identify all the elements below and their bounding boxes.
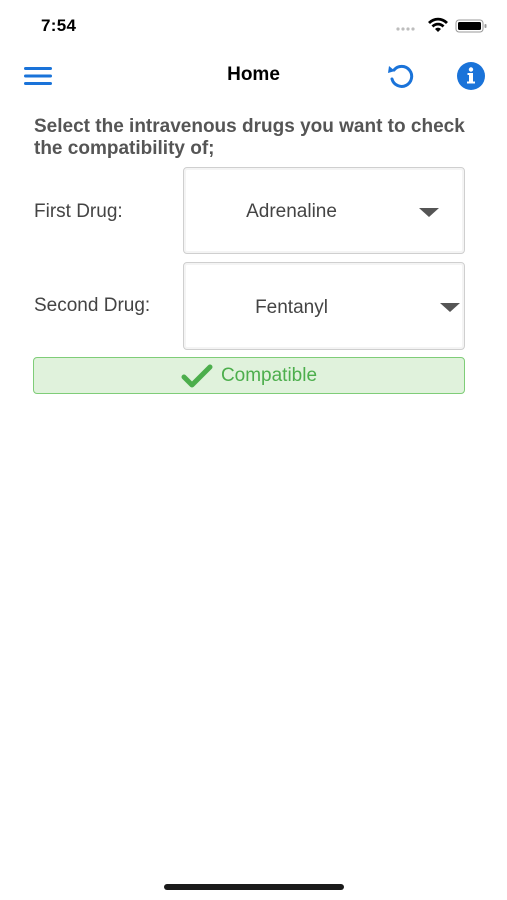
signal-icon (396, 27, 415, 31)
chevron-down-icon (419, 208, 439, 217)
first-drug-value: Adrenaline (246, 201, 337, 222)
chevron-down-icon (440, 303, 460, 312)
status-icons (396, 17, 487, 33)
info-icon[interactable] (456, 61, 486, 91)
first-drug-label: First Drug: (34, 201, 123, 222)
second-drug-select[interactable]: Fentanyl (183, 262, 465, 350)
result-text: Compatible (220, 364, 318, 386)
reset-icon[interactable] (385, 60, 417, 92)
second-drug-value: Fentanyl (255, 297, 328, 318)
second-drug-label: Second Drug: (34, 295, 151, 316)
first-drug-select[interactable]: Adrenaline (183, 167, 465, 254)
nav-bar: Home (0, 52, 507, 100)
instruction-text: Select the intravenous drugs you want to… (34, 116, 465, 159)
check-icon (181, 364, 213, 387)
status-bar: 7:54 (0, 0, 507, 52)
battery-icon (455, 19, 487, 33)
home-indicator (164, 884, 344, 890)
compatibility-result: Compatible (33, 357, 465, 394)
page-title: Home (227, 64, 280, 85)
wifi-icon (428, 17, 448, 32)
status-time: 7:54 (41, 16, 77, 35)
